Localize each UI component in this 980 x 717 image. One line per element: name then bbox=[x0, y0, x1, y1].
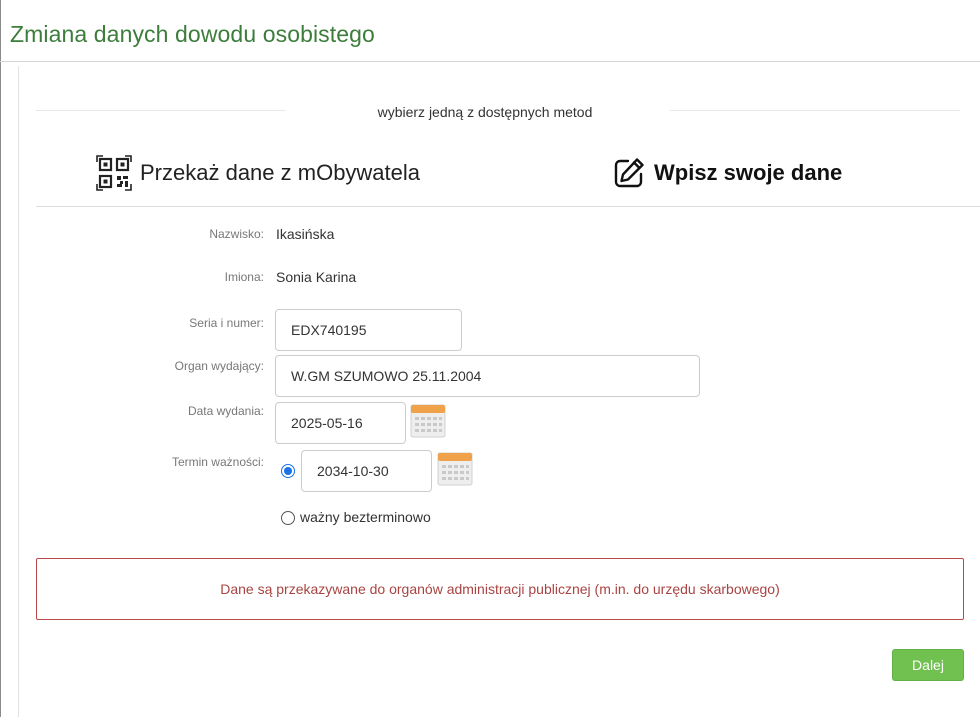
section-divider bbox=[36, 206, 980, 207]
notice-box: Dane są przekazywane do organów administ… bbox=[36, 558, 964, 620]
method-mobywatel-label: Przekaż dane z mObywatela bbox=[140, 160, 421, 185]
expiry-date-radio[interactable] bbox=[281, 464, 295, 478]
page-title: Zmiana danych dowodu osobistego bbox=[10, 21, 375, 47]
method-divider-left bbox=[36, 110, 286, 111]
qr-code-icon bbox=[96, 155, 132, 191]
method-manual-option[interactable]: Wpisz swoje dane bbox=[612, 155, 842, 191]
issue-date-label: Data wydania: bbox=[187, 404, 264, 418]
expiry-date-input[interactable] bbox=[301, 450, 432, 492]
indefinite-radio[interactable] bbox=[281, 511, 295, 525]
method-caption: wybierz jedną z dostępnych metod bbox=[377, 104, 593, 120]
next-button[interactable]: Dalej bbox=[892, 649, 964, 681]
expiry-date-calendar-icon[interactable] bbox=[437, 452, 473, 486]
names-value: Sonia Karina bbox=[276, 269, 357, 285]
issuing-authority-input[interactable] bbox=[275, 355, 700, 397]
pencil-edit-icon bbox=[612, 156, 646, 190]
series-number-label: Seria i numer: bbox=[189, 316, 264, 330]
series-number-input[interactable] bbox=[275, 309, 462, 351]
method-mobywatel-option[interactable]: Przekaż dane z mObywatela bbox=[96, 155, 420, 191]
notice-text: Dane są przekazywane do organów administ… bbox=[220, 581, 780, 597]
names-label: Imiona: bbox=[224, 270, 264, 284]
issue-date-calendar-icon[interactable] bbox=[410, 404, 446, 438]
surname-value: Ikasińska bbox=[276, 226, 335, 242]
surname-label: Nazwisko: bbox=[209, 227, 264, 241]
method-divider-right bbox=[670, 110, 960, 111]
issuing-authority-label: Organ wydający: bbox=[174, 359, 264, 373]
title-bar: Zmiana danych dowodu osobistego bbox=[0, 0, 980, 62]
method-manual-label: Wpisz swoje dane bbox=[654, 160, 843, 185]
issue-date-input[interactable] bbox=[275, 402, 406, 444]
expiry-label: Termin ważności: bbox=[171, 455, 264, 469]
indefinite-label: ważny bezterminowo bbox=[300, 509, 431, 525]
